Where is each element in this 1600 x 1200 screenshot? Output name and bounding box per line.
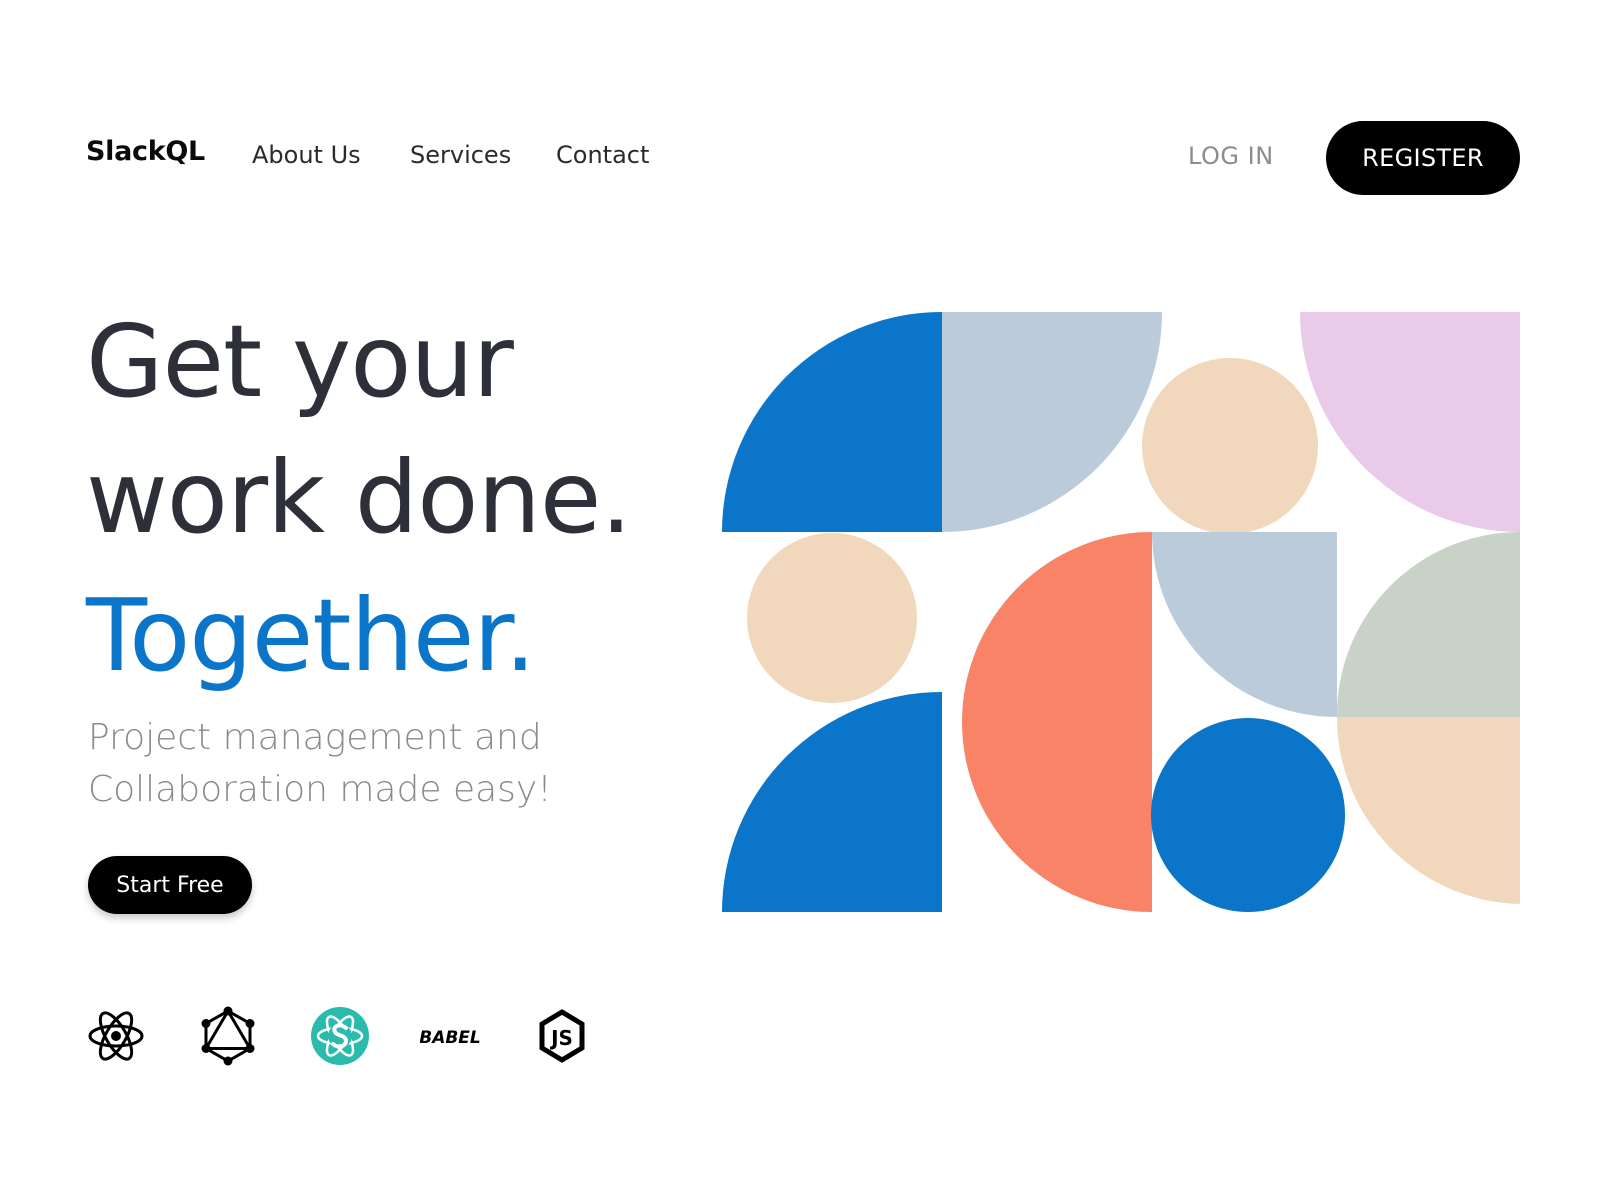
coral-half-circle <box>962 532 1152 912</box>
blue-circle-bottom <box>1151 718 1345 912</box>
lilac-quarter-circle <box>1300 312 1520 532</box>
peach-circle-top <box>1142 358 1318 534</box>
grayblue-quarter-circle-top <box>942 312 1162 532</box>
hero-geometric-illustration <box>722 312 1520 912</box>
peach-quarter-circle <box>1337 717 1520 904</box>
sage-quarter-circle <box>1336 532 1520 717</box>
grayblue-quarter-circle-mid <box>1152 532 1337 717</box>
blue-quarter-circle-bottom <box>722 692 942 912</box>
blue-quarter-circle-top <box>722 312 942 532</box>
landing-page: SlackQL About Us Services Contact LOG IN… <box>0 0 1600 1200</box>
peach-circle-left <box>747 533 917 703</box>
